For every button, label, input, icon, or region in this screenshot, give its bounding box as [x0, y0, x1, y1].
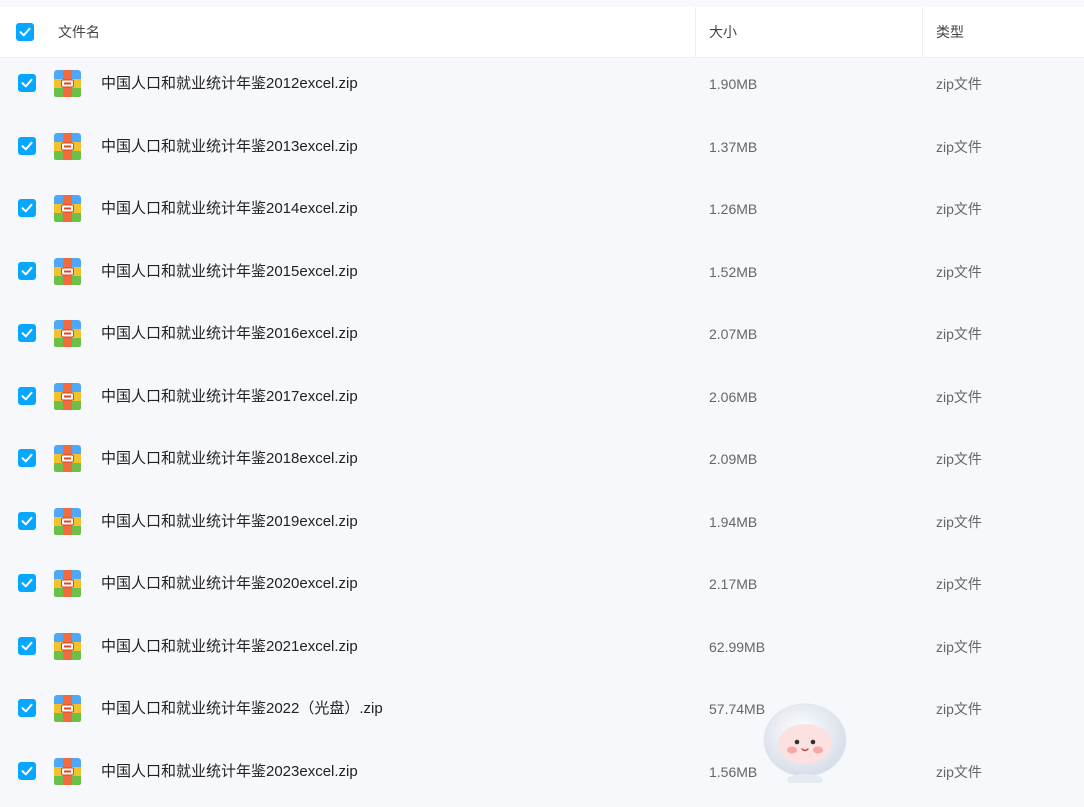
row-checkbox[interactable] [18, 574, 36, 592]
checkmark-icon [20, 451, 34, 465]
file-type: zip文件 [936, 495, 982, 549]
zip-archive-icon [54, 570, 81, 597]
assistant-mascot-icon[interactable] [762, 700, 848, 783]
checkmark-icon [18, 25, 32, 39]
checkmark-icon [20, 76, 34, 90]
file-row[interactable]: 中国人口和就业统计年鉴2015excel.zip 1.52MB zip文件 [0, 245, 1084, 308]
file-row[interactable]: 中国人口和就业统计年鉴2012excel.zip 1.90MB zip文件 [0, 57, 1084, 120]
file-list-header: 文件名 大小 类型 [0, 7, 1084, 58]
checkmark-icon [20, 514, 34, 528]
zip-archive-icon [54, 758, 81, 785]
zip-archive-icon [54, 195, 81, 222]
file-row[interactable]: 中国人口和就业统计年鉴2018excel.zip 2.09MB zip文件 [0, 432, 1084, 495]
file-size: 1.37MB [709, 120, 757, 174]
select-all-checkbox[interactable] [16, 23, 34, 41]
zip-archive-icon [54, 633, 81, 660]
column-header-size[interactable]: 大小 [709, 7, 737, 58]
file-size: 1.94MB [709, 495, 757, 549]
row-checkbox[interactable] [18, 637, 36, 655]
zip-archive-icon [54, 258, 81, 285]
file-row[interactable]: 中国人口和就业统计年鉴2013excel.zip 1.37MB zip文件 [0, 120, 1084, 183]
checkmark-icon [20, 764, 34, 778]
zip-archive-icon [54, 320, 81, 347]
file-row[interactable]: 中国人口和就业统计年鉴2023excel.zip 1.56MB zip文件 [0, 745, 1084, 807]
file-row[interactable]: 中国人口和就业统计年鉴2016excel.zip 2.07MB zip文件 [0, 307, 1084, 370]
checkmark-icon [20, 201, 34, 215]
file-type: zip文件 [936, 557, 982, 611]
file-size: 1.90MB [709, 57, 757, 111]
file-size: 2.17MB [709, 557, 757, 611]
file-name[interactable]: 中国人口和就业统计年鉴2021excel.zip [101, 620, 358, 674]
checkmark-icon [20, 326, 34, 340]
row-checkbox[interactable] [18, 137, 36, 155]
file-type: zip文件 [936, 120, 982, 174]
file-size: 2.09MB [709, 432, 757, 486]
file-name[interactable]: 中国人口和就业统计年鉴2016excel.zip [101, 307, 358, 361]
file-type: zip文件 [936, 620, 982, 674]
row-checkbox[interactable] [18, 262, 36, 280]
file-name[interactable]: 中国人口和就业统计年鉴2020excel.zip [101, 557, 358, 611]
file-size: 1.56MB [709, 745, 757, 799]
file-row[interactable]: 中国人口和就业统计年鉴2022（光盘）.zip 57.74MB zip文件 [0, 682, 1084, 745]
file-type: zip文件 [936, 57, 982, 111]
file-type: zip文件 [936, 432, 982, 486]
file-size: 62.99MB [709, 620, 765, 674]
file-name[interactable]: 中国人口和就业统计年鉴2023excel.zip [101, 745, 358, 799]
checkmark-icon [20, 389, 34, 403]
file-size: 2.07MB [709, 307, 757, 361]
zip-archive-icon [54, 508, 81, 535]
row-checkbox[interactable] [18, 199, 36, 217]
row-checkbox[interactable] [18, 324, 36, 342]
file-name[interactable]: 中国人口和就业统计年鉴2013excel.zip [101, 120, 358, 174]
file-type: zip文件 [936, 182, 982, 236]
file-size: 1.52MB [709, 245, 757, 299]
row-checkbox[interactable] [18, 449, 36, 467]
column-header-name[interactable]: 文件名 [58, 7, 100, 58]
file-type: zip文件 [936, 307, 982, 361]
file-name[interactable]: 中国人口和就业统计年鉴2014excel.zip [101, 182, 358, 236]
row-checkbox[interactable] [18, 762, 36, 780]
file-name[interactable]: 中国人口和就业统计年鉴2018excel.zip [101, 432, 358, 486]
file-size: 1.26MB [709, 182, 757, 236]
checkmark-icon [20, 264, 34, 278]
checkmark-icon [20, 639, 34, 653]
top-strip [0, 0, 1084, 7]
file-row[interactable]: 中国人口和就业统计年鉴2017excel.zip 2.06MB zip文件 [0, 370, 1084, 433]
file-row[interactable]: 中国人口和就业统计年鉴2021excel.zip 62.99MB zip文件 [0, 620, 1084, 683]
file-size: 57.74MB [709, 682, 765, 736]
column-divider [922, 7, 923, 58]
file-size: 2.06MB [709, 370, 757, 424]
column-header-type[interactable]: 类型 [936, 7, 964, 58]
file-name[interactable]: 中国人口和就业统计年鉴2015excel.zip [101, 245, 358, 299]
row-checkbox[interactable] [18, 387, 36, 405]
row-checkbox[interactable] [18, 699, 36, 717]
zip-archive-icon [54, 133, 81, 160]
checkmark-icon [20, 139, 34, 153]
file-name[interactable]: 中国人口和就业统计年鉴2012excel.zip [101, 57, 358, 111]
file-name[interactable]: 中国人口和就业统计年鉴2017excel.zip [101, 370, 358, 424]
file-row[interactable]: 中国人口和就业统计年鉴2019excel.zip 1.94MB zip文件 [0, 495, 1084, 558]
checkmark-icon [20, 701, 34, 715]
file-type: zip文件 [936, 245, 982, 299]
row-checkbox[interactable] [18, 512, 36, 530]
zip-archive-icon [54, 383, 81, 410]
file-type: zip文件 [936, 745, 982, 799]
file-type: zip文件 [936, 370, 982, 424]
zip-archive-icon [54, 445, 81, 472]
file-name[interactable]: 中国人口和就业统计年鉴2019excel.zip [101, 495, 358, 549]
file-type: zip文件 [936, 682, 982, 736]
file-row[interactable]: 中国人口和就业统计年鉴2014excel.zip 1.26MB zip文件 [0, 182, 1084, 245]
zip-archive-icon [54, 70, 81, 97]
column-divider [695, 7, 696, 58]
zip-archive-icon [54, 695, 81, 722]
checkmark-icon [20, 576, 34, 590]
file-name[interactable]: 中国人口和就业统计年鉴2022（光盘）.zip [101, 682, 383, 736]
file-row[interactable]: 中国人口和就业统计年鉴2020excel.zip 2.17MB zip文件 [0, 557, 1084, 620]
row-checkbox[interactable] [18, 74, 36, 92]
